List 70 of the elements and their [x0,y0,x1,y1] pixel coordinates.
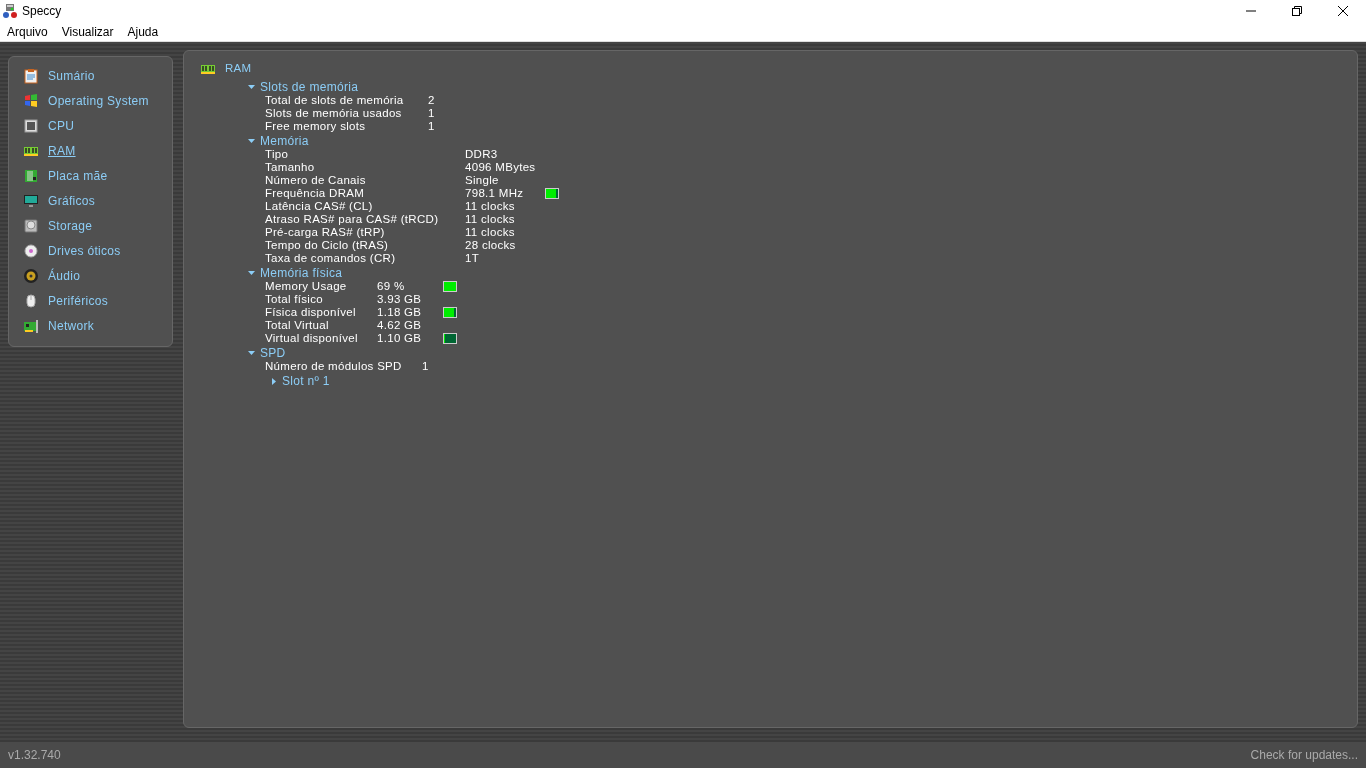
version-text: v1.32.740 [8,747,61,764]
section-heading: RAM [225,61,252,76]
property-value: 1 [428,119,435,135]
property-value: 69 % [377,279,406,295]
window-title: Speccy [22,3,62,20]
expanded-arrow-icon[interactable] [248,83,255,91]
property-value: 1.18 GB [377,305,423,321]
property-value: Single [465,173,499,189]
property-value: 1 [422,359,429,375]
property-value: 4096 MBytes [465,160,536,176]
property-label: Total Virtual [265,318,330,334]
app-icon [2,3,18,19]
property-value: 28 clocks [465,238,516,254]
window-flag-icon [23,92,39,109]
property-value: 1T [465,251,480,267]
property-label: Número de módulos SPD [265,359,403,375]
property-value: 11 clocks [465,199,515,215]
expanded-arrow-icon[interactable] [248,137,255,145]
sidebar-item[interactable]: CPU [23,113,75,138]
collapsed-arrow-icon[interactable] [270,377,277,385]
property-label: Tempo do Ciclo (tRAS) [265,238,390,254]
restore-icon[interactable] [1292,6,1302,16]
property-value: 3.93 GB [377,292,422,308]
disc-icon [23,242,39,259]
sidebar-item[interactable]: Operating System [23,88,149,113]
property-value: 4.62 GB [377,318,422,334]
property-value: 1 [428,106,435,122]
sidebar-item[interactable]: Gráficos [23,188,96,213]
property-label: Total de slots de memória [265,93,405,109]
property-value: 2 [428,93,435,109]
property-value: 1.10 GB [377,331,423,347]
expanded-arrow-icon[interactable] [248,349,255,357]
property-label: Número de Canais [265,173,367,189]
sidebar-item[interactable]: Drives óticos [23,238,121,263]
menu-item[interactable]: Ajuda [120,22,166,41]
menu-item[interactable]: Arquivo [0,22,55,41]
network-card-icon [23,317,39,334]
circuit-board-icon [23,167,39,184]
property-label: Slots de memória usados [265,106,403,122]
clipboard-icon [23,67,39,84]
property-label: Tamanho [265,160,316,176]
sidebar-item[interactable]: Áudio [23,263,81,288]
sidebar-item[interactable]: RAM [23,138,76,163]
close-icon[interactable] [1338,6,1348,16]
sidebar-item[interactable]: Periféricos [23,288,108,313]
property-value: DDR3 [465,147,498,163]
menu-item[interactable]: Visualizar [54,22,121,41]
property-value: 11 clocks [465,225,515,241]
sidebar-item[interactable]: Network [23,313,95,338]
speaker-icon [23,267,39,284]
group-title[interactable]: Slots de memória [260,77,359,96]
sidebar-item[interactable]: Sumário [23,63,95,88]
property-label: Frequência DRAM [265,186,366,202]
sidebar-item[interactable]: Storage [23,213,93,238]
group-title[interactable]: Slot nº 1 [282,372,330,391]
chip-icon [23,117,39,134]
property-value: 11 clocks [465,212,515,228]
monitor-icon [23,192,39,209]
property-label: Pré-carga RAS# (tRP) [265,225,386,241]
property-label: Memory Usage [265,279,348,295]
property-label: Física disponível [265,305,357,321]
property-label: Tipo [265,147,290,163]
property-value: 798.1 MHz [465,186,525,202]
sidebar-item[interactable]: Placa mãe [23,163,108,188]
expanded-arrow-icon[interactable] [248,269,255,277]
check-updates-link[interactable]: Check for updates... [1250,746,1358,764]
property-label: Atraso RAS# para CAS# (tRCD) [265,212,440,228]
hard-drive-icon [23,217,39,234]
property-label: Latência CAS# (CL) [265,199,374,215]
property-label: Total físico [265,292,324,308]
